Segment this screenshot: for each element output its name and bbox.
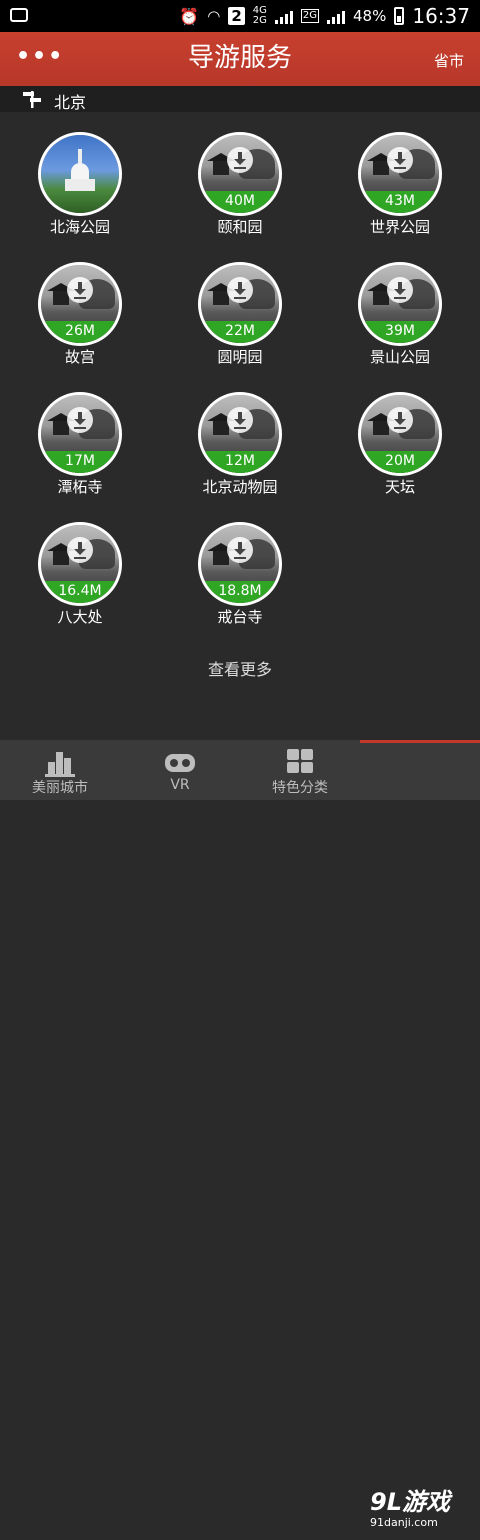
download-icon[interactable]	[227, 147, 253, 173]
download-icon[interactable]	[67, 277, 93, 303]
tab-vr[interactable]: VR	[120, 740, 240, 800]
download-icon[interactable]	[387, 407, 413, 433]
download-size: 20M	[361, 451, 439, 473]
tab-label: VR	[170, 777, 190, 793]
city-icon	[45, 748, 75, 777]
download-size: 26M	[41, 321, 119, 343]
watermark-text: 9L游戏	[370, 1488, 450, 1516]
spot-thumbnail[interactable]: 40M	[198, 132, 282, 216]
spot-thumbnail[interactable]: 39M	[358, 262, 442, 346]
spot-item[interactable]: 12M 北京动物园	[160, 372, 320, 502]
download-icon[interactable]	[227, 407, 253, 433]
white-pagoda-image	[65, 149, 95, 193]
category-grid-icon	[285, 748, 315, 774]
header-bar: ••• 导游服务 省市	[0, 32, 480, 86]
download-size: 40M	[201, 191, 279, 213]
spot-name: 戒台寺	[217, 608, 263, 626]
spot-item[interactable]: 20M 天坛	[320, 372, 480, 502]
status-bar: ⏰ ◠ 2 4G 2G 2G 48% 16:37	[0, 0, 480, 32]
spot-name: 潭柘寺	[57, 478, 103, 496]
watermark-site: 91danji.com	[370, 1516, 438, 1529]
download-size: 22M	[201, 321, 279, 343]
spot-thumbnail[interactable]: 16.4M	[38, 522, 122, 606]
clock: 16:37	[412, 4, 470, 28]
spot-item[interactable]: 22M 圆明园	[160, 242, 320, 372]
spot-name: 世界公园	[369, 218, 430, 236]
page-title: 导游服务	[187, 43, 292, 73]
download-size: 39M	[361, 321, 439, 343]
spot-thumbnail[interactable]: 22M	[198, 262, 282, 346]
spot-thumbnail[interactable]: 43M	[358, 132, 442, 216]
spot-item[interactable]: 40M 颐和园	[160, 112, 320, 242]
watermark-logo: 9L游戏 91danji.com	[370, 1488, 480, 1540]
battery-percent: 48%	[353, 7, 387, 25]
spot-item[interactable]: 17M 潭柘寺	[0, 372, 160, 502]
spot-name: 八大处	[57, 608, 103, 626]
bottom-tab-bar: 美丽城市 VR 特色分类 9L游戏 91danji.com	[0, 740, 480, 1529]
alarm-icon: ⏰	[179, 6, 200, 26]
network-type: 4G 2G	[253, 6, 267, 26]
spot-item[interactable]: 北海公园	[0, 112, 160, 242]
battery-icon	[394, 7, 405, 25]
spot-thumbnail[interactable]: 17M	[38, 392, 122, 476]
download-size: 43M	[361, 191, 439, 213]
download-size: 16.4M	[41, 581, 119, 603]
signal-icon-2	[327, 8, 346, 24]
signal-icon	[274, 8, 293, 24]
message-icon	[10, 8, 28, 22]
spot-name: 天坛	[384, 478, 415, 496]
view-more-link[interactable]: 查看更多	[0, 656, 480, 680]
signpost-icon	[23, 91, 41, 108]
download-icon[interactable]	[387, 277, 413, 303]
tab-special-category[interactable]: 特色分类	[240, 740, 360, 800]
net-2g-box: 2G	[300, 9, 320, 23]
active-tab-indicator	[360, 740, 480, 743]
city-header: 北京	[0, 86, 480, 112]
spot-thumbnail[interactable]: 26M	[38, 262, 122, 346]
spot-name: 北海公园	[49, 218, 110, 236]
scenic-spot-grid: 北海公园 40M 颐和园 43M 世界公园 26M 故宫 22M 圆明园 39M…	[0, 112, 480, 672]
wifi-icon: ◠	[207, 7, 221, 25]
spot-item[interactable]: 26M 故宫	[0, 242, 160, 372]
tab-label: 特色分类	[272, 780, 328, 796]
download-size: 12M	[201, 451, 279, 473]
spot-name: 故宫	[64, 348, 95, 366]
spot-thumbnail[interactable]: 12M	[198, 392, 282, 476]
download-icon[interactable]	[227, 277, 253, 303]
spot-name: 圆明园	[217, 348, 263, 366]
province-button[interactable]: 省市	[434, 50, 464, 71]
spot-item[interactable]: 43M 世界公园	[320, 112, 480, 242]
spot-item[interactable]: 39M 景山公园	[320, 242, 480, 372]
net-2g-label: 2G	[252, 15, 267, 26]
download-icon[interactable]	[67, 537, 93, 563]
tab-label: 美丽城市	[32, 780, 88, 796]
spot-item[interactable]: 18.8M 戒台寺	[160, 502, 320, 632]
tab-beautiful-city[interactable]: 美丽城市	[0, 740, 120, 800]
status-icons: ⏰ ◠ 2 4G 2G 2G 48% 16:37	[179, 4, 470, 28]
spot-item[interactable]: 16.4M 八大处	[0, 502, 160, 632]
spot-name: 颐和园	[217, 218, 263, 236]
spot-thumbnail[interactable]	[38, 132, 122, 216]
download-size: 17M	[41, 451, 119, 473]
spot-thumbnail[interactable]: 18.8M	[198, 522, 282, 606]
download-size: 18.8M	[201, 581, 279, 603]
city-name: 北京	[54, 93, 87, 112]
spot-thumbnail[interactable]: 20M	[358, 392, 442, 476]
sim-badge: 2	[228, 7, 245, 25]
spot-name: 北京动物园	[202, 478, 278, 496]
download-icon[interactable]	[227, 537, 253, 563]
download-icon[interactable]	[387, 147, 413, 173]
download-icon[interactable]	[67, 407, 93, 433]
vr-goggles-icon	[165, 754, 195, 772]
spot-name: 景山公园	[369, 348, 430, 366]
